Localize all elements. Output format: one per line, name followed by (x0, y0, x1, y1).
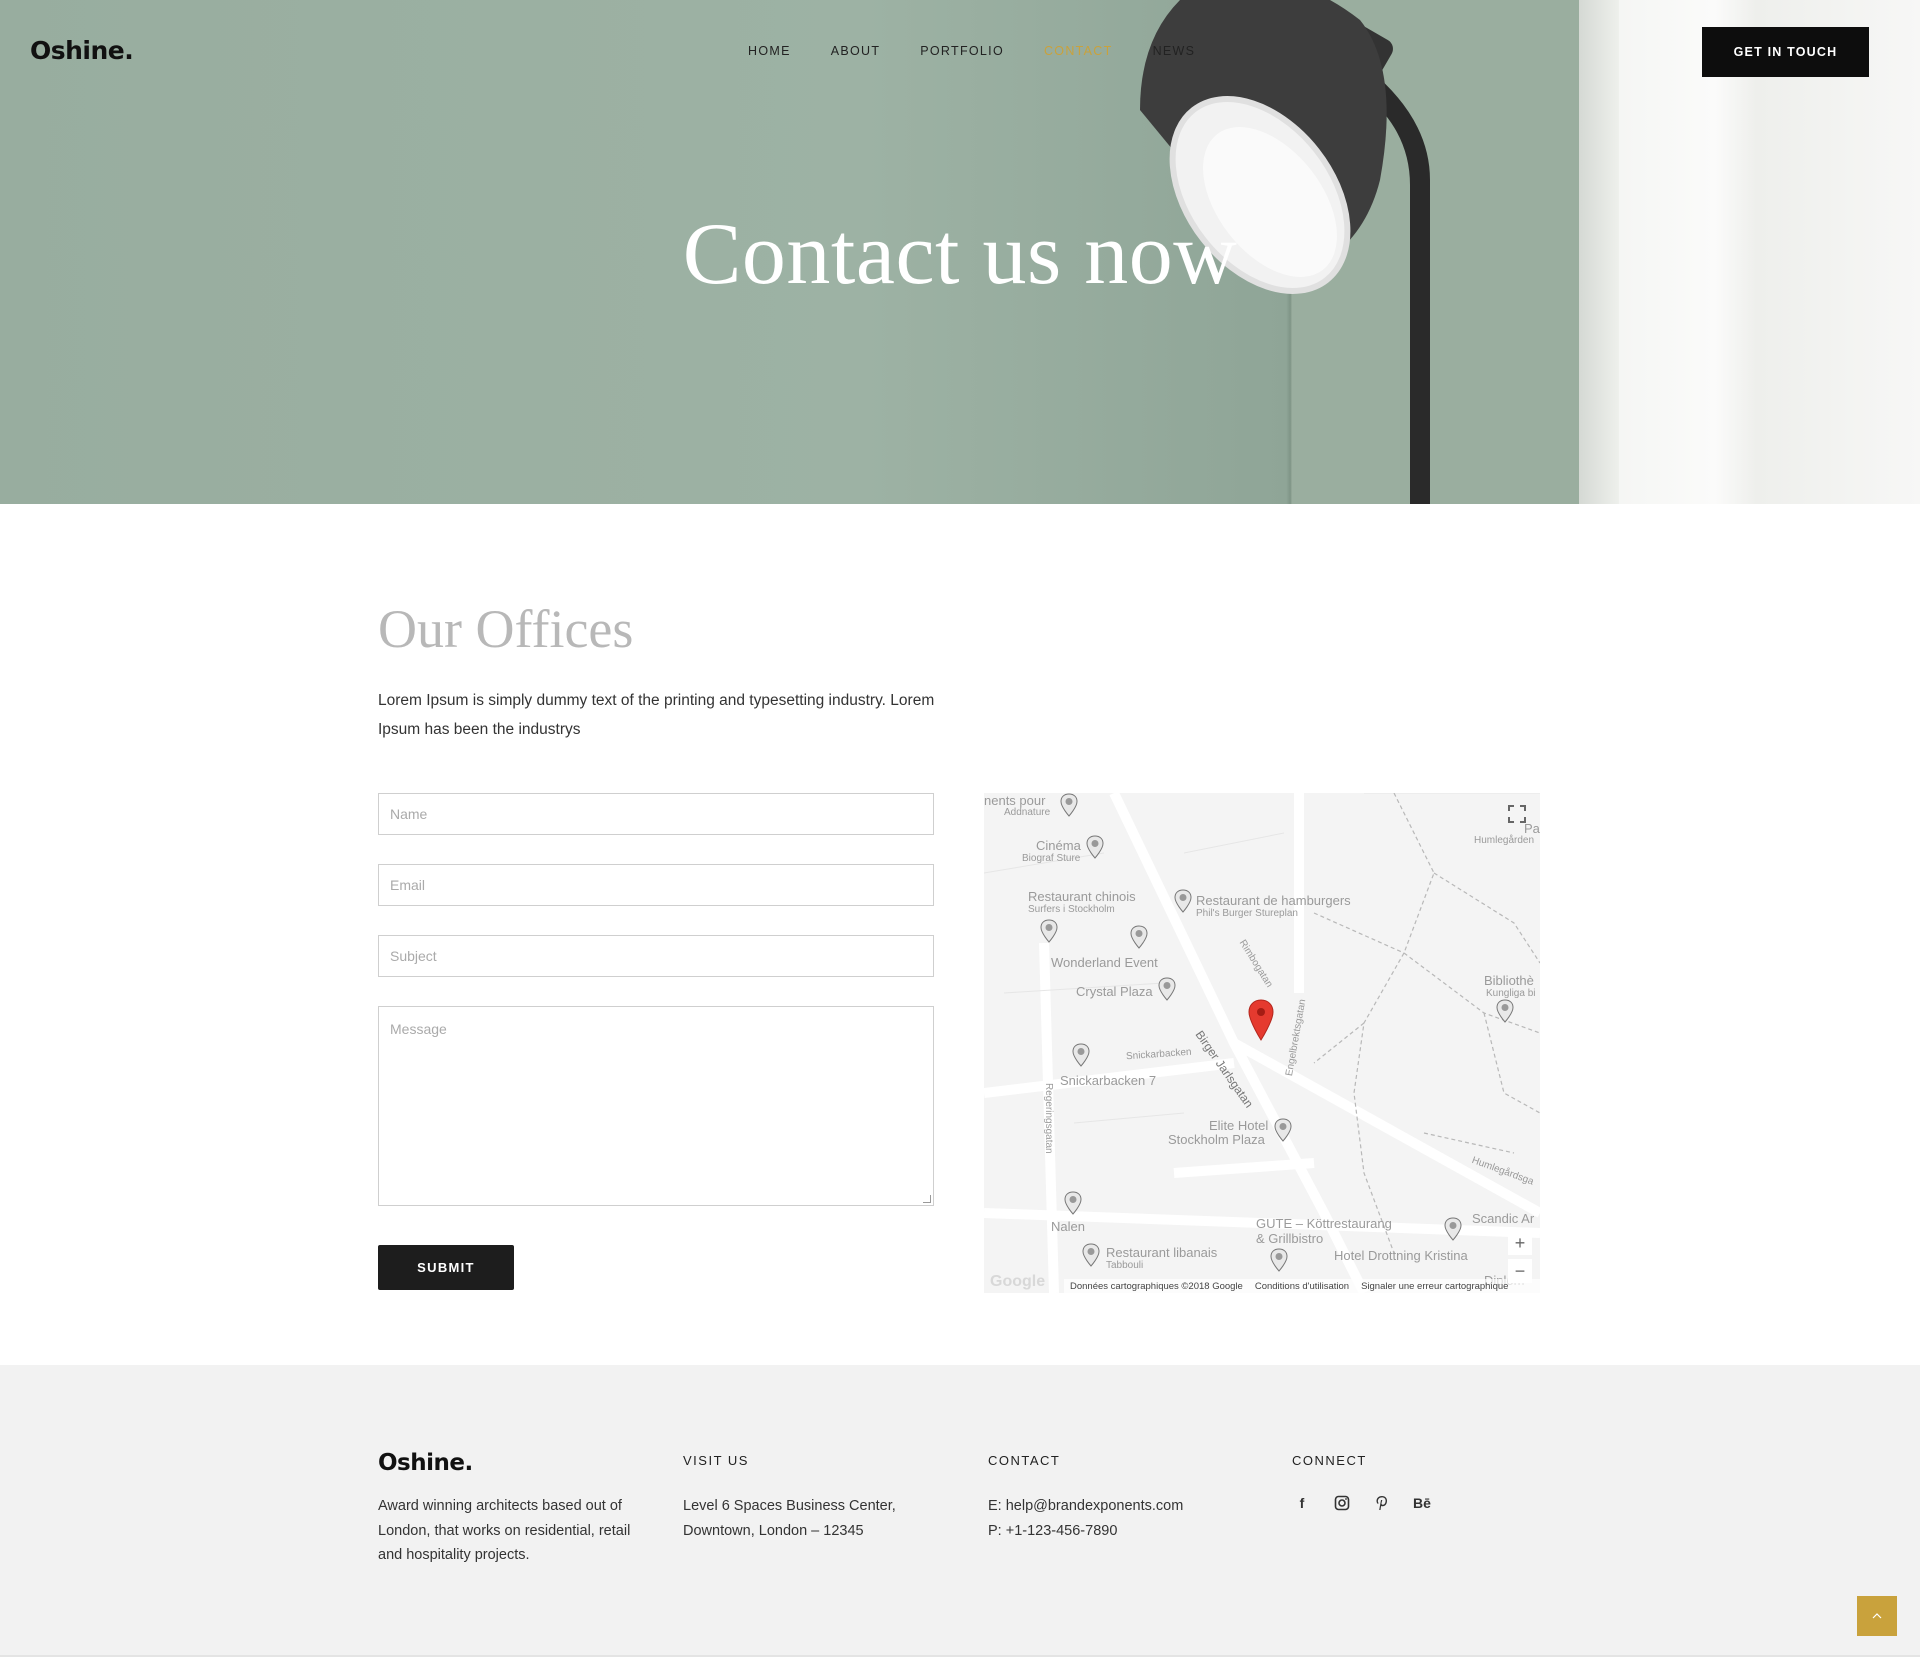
map-pin-icon[interactable] (1082, 1243, 1100, 1267)
location-marker-icon[interactable] (1248, 999, 1274, 1041)
name-input[interactable]: Name (378, 793, 934, 835)
map-pin-icon[interactable] (1496, 999, 1514, 1023)
submit-button[interactable]: SUBMIT (378, 1245, 514, 1290)
contact-heading: CONTACT (988, 1453, 1061, 1468)
contact-email[interactable]: E: help@brandexponents.com (988, 1494, 1183, 1519)
facebook-icon[interactable]: f (1292, 1493, 1312, 1513)
google-logo: Google (990, 1273, 1046, 1290)
offices-title: Our Offices (378, 599, 634, 659)
nav-news[interactable]: NEWS (1153, 44, 1196, 58)
offices-intro: Lorem Ipsum is simply dummy text of the … (378, 692, 935, 738)
instagram-icon[interactable] (1332, 1493, 1352, 1513)
fullscreen-icon[interactable] (1508, 805, 1526, 823)
contact-info: E: help@brandexponents.com P: +1-123-456… (988, 1494, 1183, 1543)
map-attribution: Données cartographiques ©2018 Google Con… (1064, 1279, 1540, 1293)
office-map[interactable]: nents pour Addnature Cinéma Biograf Stur… (984, 793, 1540, 1293)
map-pin-icon[interactable] (1064, 1191, 1082, 1215)
footer-about: Award winning architects based out of Lo… (378, 1498, 631, 1563)
map-pin-icon[interactable] (1174, 889, 1192, 913)
message-textarea[interactable]: Message (378, 1006, 934, 1206)
map-pin-icon[interactable] (1270, 1248, 1288, 1272)
nav-about[interactable]: ABOUT (831, 44, 881, 58)
resize-handle[interactable] (923, 1195, 931, 1203)
pinterest-icon[interactable] (1372, 1493, 1392, 1513)
map-pin-icon[interactable] (1086, 835, 1104, 859)
subject-input[interactable]: Subject (378, 935, 934, 977)
connect-heading: CONNECT (1292, 1453, 1367, 1468)
chevron-up-icon (1872, 1613, 1882, 1619)
main-nav: HOME ABOUT PORTFOLIO CONTACT NEWS (748, 44, 1235, 58)
social-links: f Bē (1292, 1493, 1432, 1513)
map-pin-icon[interactable] (1274, 1118, 1292, 1142)
map-pin-icon[interactable] (1040, 919, 1058, 943)
map-pin-icon[interactable] (1158, 977, 1176, 1001)
nav-home[interactable]: HOME (748, 44, 791, 58)
get-in-touch-button[interactable]: GET IN TOUCH (1702, 27, 1869, 77)
nav-contact[interactable]: CONTACT (1044, 44, 1113, 58)
hero-title: Contact us now (682, 206, 1238, 303)
email-input[interactable]: Email (378, 864, 934, 906)
message-placeholder: Message (390, 1021, 447, 1037)
visit-address: Level 6 Spaces Business Center, Downtown… (683, 1498, 896, 1539)
map-pin-icon[interactable] (1072, 1043, 1090, 1067)
map-pin-icon[interactable] (1444, 1217, 1462, 1241)
map-pin-icon[interactable] (1060, 793, 1078, 817)
visit-heading: VISIT US (683, 1453, 749, 1468)
hero-section: Oshine. HOME ABOUT PORTFOLIO CONTACT NEW… (0, 0, 1920, 504)
contact-phone[interactable]: P: +1-123-456-7890 (988, 1519, 1183, 1544)
scroll-to-top-button[interactable] (1857, 1596, 1897, 1636)
map-pin-icon[interactable] (1130, 925, 1148, 949)
footer-logo[interactable]: Oshine. (378, 1450, 473, 1476)
nav-portfolio[interactable]: PORTFOLIO (920, 44, 1004, 58)
zoom-in-button[interactable]: + (1508, 1231, 1532, 1255)
footer (0, 1365, 1920, 1657)
site-logo[interactable]: Oshine. (30, 36, 134, 65)
behance-icon[interactable]: Bē (1412, 1493, 1432, 1513)
